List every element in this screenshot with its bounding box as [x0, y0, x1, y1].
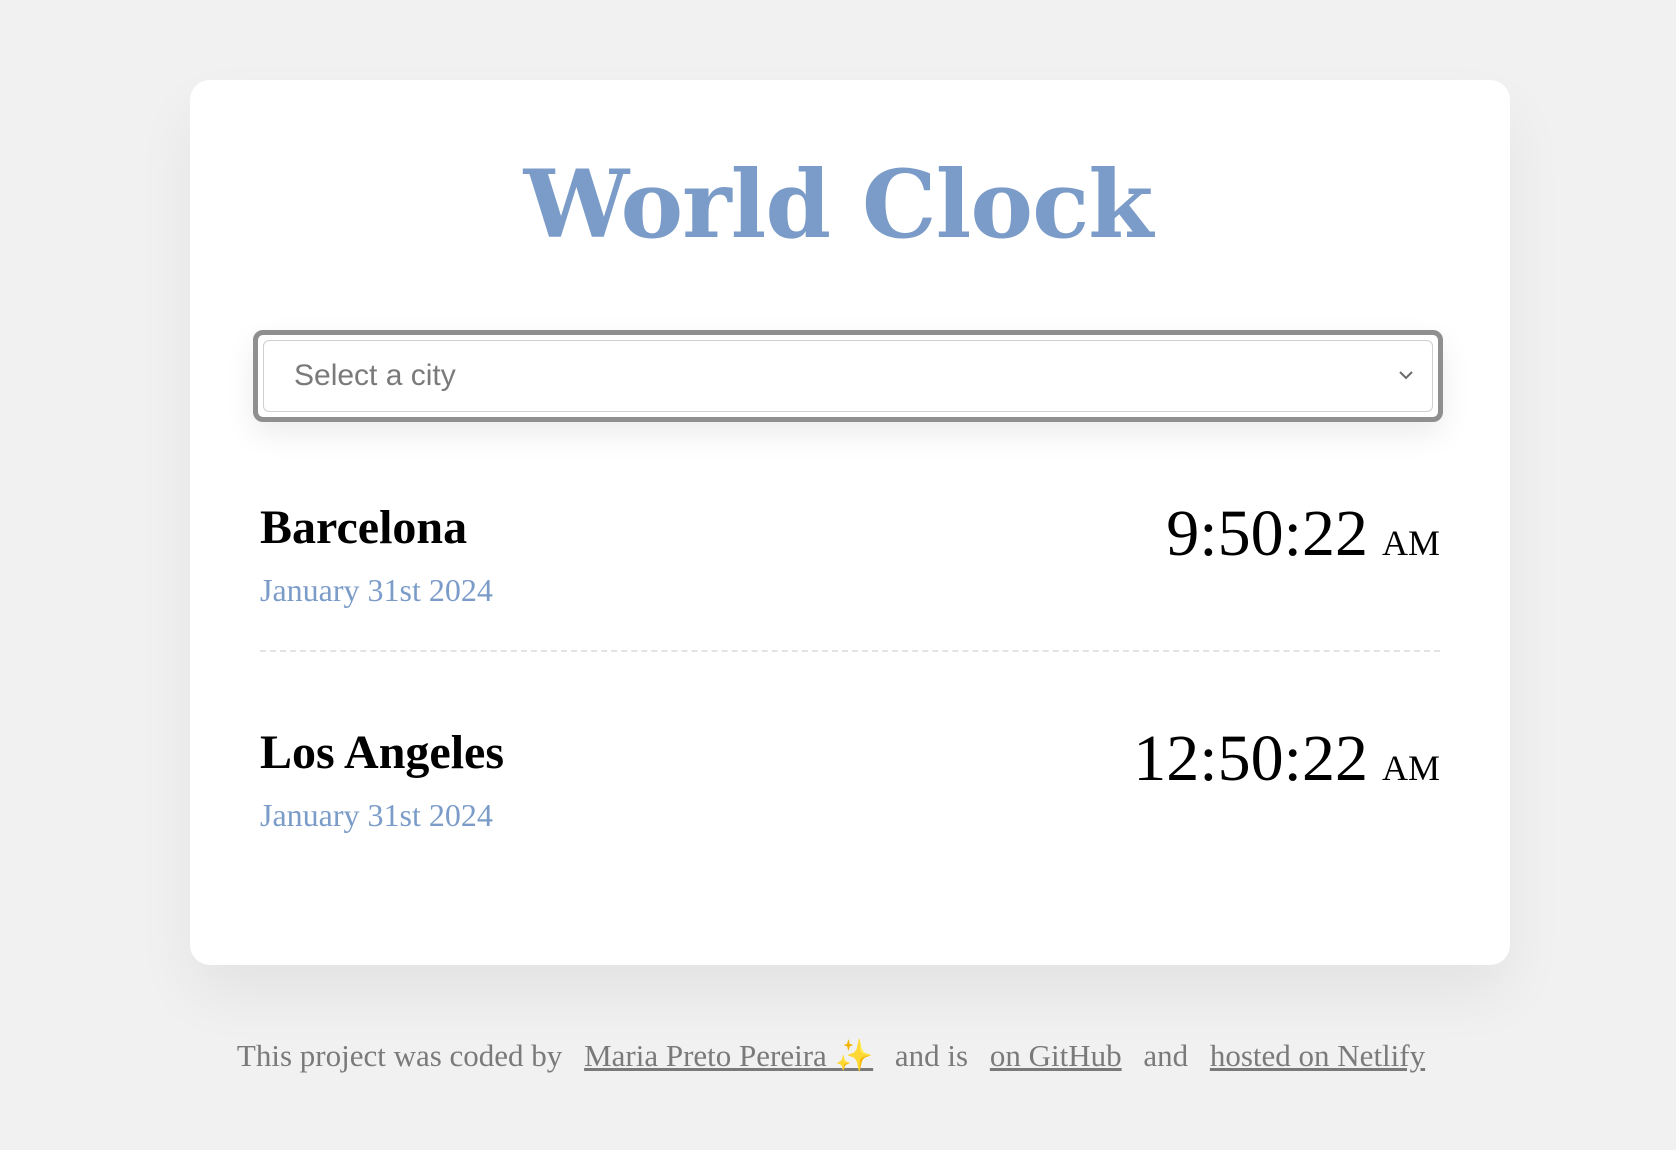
time-value: 9:50:22 — [1166, 497, 1368, 570]
city-select-placeholder: Select a city — [294, 359, 456, 392]
city-name: Barcelona — [260, 501, 468, 554]
city-divider — [260, 650, 1440, 652]
footer-text: and is — [894, 1038, 969, 1073]
city-time: 12:50:22 AM — [1133, 721, 1440, 797]
city-row-los-angeles: Los Angeles January 31st 2024 12:50:22 AM — [260, 715, 1440, 895]
city-row-barcelona: Barcelona January 31st 2024 9:50:22 AM — [260, 490, 1440, 670]
city-select-field[interactable]: Select a city — [263, 340, 1433, 412]
city-date: January 31st 2024 — [260, 572, 493, 608]
city-date: January 31st 2024 — [260, 797, 493, 833]
city-select[interactable]: Select a city — [253, 330, 1443, 422]
time-ampm: AM — [1381, 523, 1440, 563]
time-ampm: AM — [1381, 748, 1440, 788]
footer-text: This project was coded by — [236, 1038, 563, 1073]
city-name: Los Angeles — [260, 726, 505, 779]
author-link[interactable]: Maria Preto Pereira ✨ — [584, 1038, 873, 1073]
footer-text: and — [1143, 1038, 1189, 1073]
netlify-link[interactable]: hosted on Netlify — [1210, 1038, 1425, 1073]
footer: This project was coded by Maria Preto Pe… — [0, 1037, 1676, 1074]
chevron-down-icon — [1399, 371, 1413, 380]
time-value: 12:50:22 — [1133, 722, 1368, 795]
github-link[interactable]: on GitHub — [990, 1038, 1122, 1073]
city-time: 9:50:22 AM — [1166, 496, 1440, 572]
page-title: World Clock — [523, 150, 1154, 260]
